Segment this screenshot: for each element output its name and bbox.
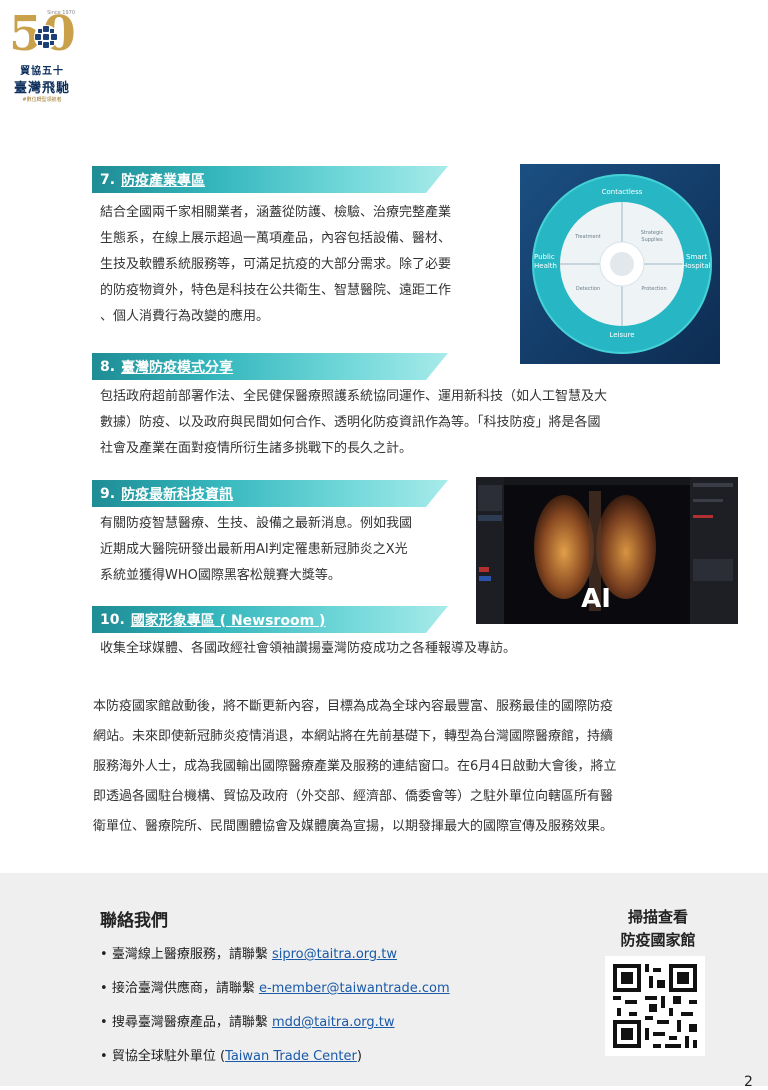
contact-list: • 臺灣線上醫療服務，請聯繫 sipro@taitra.org.tw • 接洽臺… — [100, 942, 450, 1078]
contact-text: 臺灣線上醫療服務，請聯繫 — [111, 947, 272, 962]
contact-item: • 搜尋臺灣醫療產品，請聯繫 mdd@taitra.org.tw — [100, 1015, 395, 1030]
text-line: 社會及產業在面對疫情所衍生諸多挑戰下的長久之計。 — [100, 441, 413, 456]
section-10-banner: 10. 國家形象專區 ( Newsroom ) — [92, 606, 448, 633]
contact-item: • 貿協全球駐外單位 (Taiwan Trade Center) — [100, 1049, 362, 1064]
contactless-wheel-image: Contactless Leisure Public Health Smart … — [520, 164, 720, 364]
contact-text: 接洽臺灣供應商，請聯繫 — [111, 981, 259, 996]
section-8-banner: 8. 臺灣防疫模式分享 — [92, 353, 448, 380]
wheel-q2-1: Strategic — [641, 230, 664, 236]
text-line: 近期成大醫院研發出最新用AI判定罹患新冠肺炎之X光 — [100, 542, 408, 557]
contact-link[interactable]: sipro@taitra.org.tw — [272, 947, 397, 962]
text-line: 本防疫國家館啟動後，將不斷更新內容，目標為成為全球內容最豐富、服務最佳的國際防疫 — [93, 699, 614, 714]
section-title[interactable]: 臺灣防疫模式分享 — [121, 357, 233, 377]
section-number: 8. — [100, 358, 116, 375]
fifty-anniversary-mark: 50 Since 1970 — [9, 6, 76, 62]
wheel-label-right-1: Smart — [686, 253, 707, 261]
text-line: 收集全球媒體、各國政經社會領袖讚揚臺灣防疫成功之各種報導及專訪。 — [100, 641, 517, 656]
text-line: 數據）防疫、以及政府與民間如何合作、透明化防疫資訊作為等。「科技防疫」將是各國 — [100, 415, 601, 430]
wheel-label-left-2: Health — [534, 262, 557, 270]
contact-heading: 聯絡我們 — [100, 911, 168, 931]
text-line: 的防疫物資外，特色是科技在公共衛生、智慧醫院、遠距工作 — [100, 283, 452, 298]
text-line: 有關防疫智慧醫療、生技、設備之最新消息。例如我國 — [100, 516, 413, 531]
section-title[interactable]: 防疫最新科技資訊 — [121, 484, 233, 504]
text-line: 網站。未來即使新冠肺炎疫情消退，本網站將在先前基礎下，轉型為台灣國際醫療館，持續 — [93, 729, 614, 744]
qr-caption: 掃描查看 防疫國家館 — [596, 906, 720, 952]
qr-caption-line1: 掃描查看 — [627, 908, 688, 926]
qr-code-icon — [605, 956, 705, 1056]
wheel-q1: Treatment — [574, 234, 600, 240]
contact-suffix: ) — [356, 1049, 362, 1064]
wheel-q3: Detection — [576, 286, 600, 292]
section-9-text: 有關防疫智慧醫療、生技、設備之最新消息。例如我國 近期成大醫院研發出最新用AI判… — [100, 511, 412, 589]
wheel-label-bottom: Leisure — [609, 331, 634, 339]
text-line: 結合全國兩千家相關業者，涵蓋從防護、檢驗、治療完整產業 — [100, 205, 452, 220]
contact-text: 貿協全球駐外單位 ( — [111, 1049, 226, 1064]
wheel-q4: Protection — [641, 286, 666, 292]
section-number: 7. — [100, 171, 116, 188]
text-line: 衛單位、醫療院所、民間團體協會及媒體廣為宣揚，以期發揮最大的國際宣傳及服務效果。 — [93, 819, 614, 834]
contact-item: • 接洽臺灣供應商，請聯繫 e-member@taiwantrade.com — [100, 981, 450, 996]
contact-link[interactable]: mdd@taitra.org.tw — [272, 1015, 395, 1030]
section-number: 10. — [100, 611, 125, 628]
text-line: 、個人消費行為改變的應用。 — [100, 309, 270, 324]
wheel-graphic: Contactless Leisure Public Health Smart … — [520, 164, 720, 364]
text-line: 包括政府超前部署作法、全民健保醫療照護系統協同運作、運用新科技（如人工智慧及大 — [100, 389, 608, 404]
text-line: 服務海外人士，成為我國輸出國際醫療產業及服務的連結窗口。在6月4日啟動大會後，將… — [93, 759, 617, 774]
wheel-q2-2: Supplies — [641, 237, 663, 243]
text-line: 生技及軟體系統服務等，可滿足抗疫的大部分需求。除了必要 — [100, 257, 452, 272]
text-line: 生態系，在線上展示超過一萬項產品，內容包括設備、醫材、 — [100, 231, 452, 246]
text-line: 系統並獲得WHO國際黑客松競賽大獎等。 — [100, 568, 341, 583]
flower-icon — [34, 25, 58, 49]
wheel-label-right-2: Hospital — [682, 262, 711, 270]
contact-item: • 臺灣線上醫療服務，請聯繫 sipro@taitra.org.tw — [100, 947, 398, 962]
logo-line2: 臺灣飛馳 — [13, 81, 70, 96]
section-title[interactable]: 防疫產業專區 — [121, 170, 205, 190]
logo-line1: 貿協五十 — [20, 66, 64, 77]
wheel-label-top: Contactless — [602, 188, 643, 196]
section-title[interactable]: 國家形象專區 ( Newsroom ) — [131, 610, 326, 630]
section-7-banner: 7. 防疫產業專區 — [92, 166, 448, 193]
ai-xray-screenshot: AI — [476, 477, 738, 624]
contact-text: 搜尋臺灣醫療產品，請聯繫 — [111, 1015, 272, 1030]
section-9-banner: 9. 防疫最新科技資訊 — [92, 480, 448, 507]
page-number: 2 — [744, 1074, 753, 1090]
xray-graphic: AI — [476, 477, 738, 624]
taitra-50-logo: 50 Since 1970 貿協五十 臺灣飛馳 #數位轉型領航者 — [6, 6, 78, 106]
contact-link[interactable]: Taiwan Trade Center — [225, 1049, 357, 1064]
wheel-label-left-1: Public — [534, 253, 555, 261]
logo-line3: #數位轉型領航者 — [22, 97, 62, 103]
qr-code[interactable] — [605, 956, 705, 1056]
section-8-text: 包括政府超前部署作法、全民健保醫療照護系統協同運作、運用新科技（如人工智慧及大 … — [100, 384, 607, 462]
xray-ai-label: AI — [581, 584, 611, 614]
section-7-text: 結合全國兩千家相關業者，涵蓋從防護、檢驗、治療完整產業 生態系，在線上展示超過一… — [100, 200, 451, 330]
text-line: 即透過各國駐台機構、貿協及政府（外交部、經濟部、僑委會等）之駐外單位向轄區所有醫 — [93, 789, 614, 804]
qr-caption-line2: 防疫國家館 — [620, 931, 696, 949]
summary-paragraph: 本防疫國家館啟動後，將不斷更新內容，目標為成為全球內容最豐富、服務最佳的國際防疫… — [93, 692, 617, 842]
contact-link[interactable]: e-member@taiwantrade.com — [259, 981, 450, 996]
section-10-text: 收集全球媒體、各國政經社會領袖讚揚臺灣防疫成功之各種報導及專訪。 — [100, 636, 516, 662]
section-number: 9. — [100, 485, 116, 502]
logo-since: Since 1970 — [47, 10, 75, 16]
